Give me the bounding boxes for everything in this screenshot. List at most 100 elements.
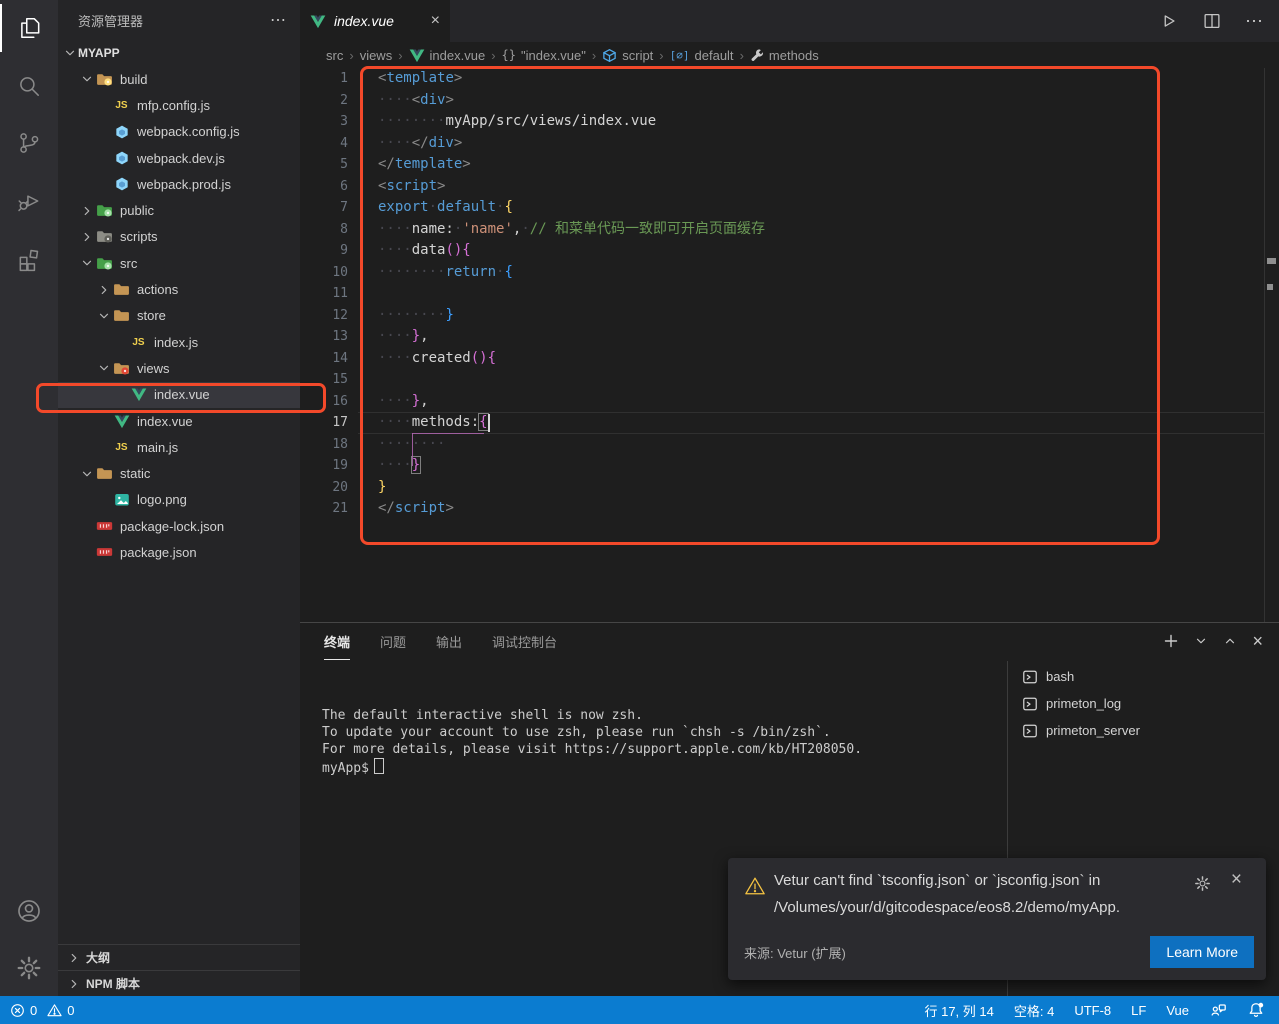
learn-more-button[interactable]: Learn More — [1150, 936, 1254, 968]
project-name: MYAPP — [78, 46, 120, 60]
code-line-11: 11 — [300, 283, 1265, 305]
breadcrumb-item[interactable]: src — [326, 48, 343, 63]
sidebar-section-大纲[interactable]: 大纲 — [58, 944, 300, 970]
terminal-output[interactable]: The default interactive shell is now zsh… — [322, 707, 862, 777]
tree-item-label: store — [137, 308, 166, 323]
breadcrumb-item[interactable]: {}"index.vue" — [502, 48, 586, 63]
tree-item-build[interactable]: build — [58, 66, 300, 92]
tree-item-package-lock.json[interactable]: package-lock.json — [58, 513, 300, 539]
breadcrumb-item[interactable]: [∅]default — [670, 48, 734, 63]
line-number: 10 — [300, 262, 348, 284]
terminal-icon — [1022, 723, 1038, 739]
sidebar-more-icon[interactable]: ⋯ — [270, 10, 286, 30]
activity-search-icon[interactable] — [0, 62, 58, 110]
activity-settings-icon[interactable] — [0, 944, 58, 992]
terminal-instance-bash[interactable]: bash — [1016, 663, 1275, 690]
activity-bar — [0, 0, 58, 996]
tree-item-webpack.config.js[interactable]: webpack.config.js — [58, 119, 300, 145]
code-line-21: 21</script> — [300, 498, 1265, 520]
indentation-setting[interactable]: 空格: 4 — [1014, 1001, 1054, 1020]
bell-icon[interactable] — [1247, 1001, 1265, 1019]
project-root-row[interactable]: MYAPP — [58, 40, 300, 66]
folder-icon — [95, 229, 114, 245]
line-number: 6 — [300, 176, 348, 198]
tree-item-static[interactable]: static — [58, 460, 300, 486]
tree-item-webpack.dev.js[interactable]: webpack.dev.js — [58, 145, 300, 171]
new-terminal-icon[interactable] — [1163, 633, 1179, 649]
split-editor-icon[interactable] — [1201, 10, 1223, 32]
tree-item-store[interactable]: store — [58, 303, 300, 329]
line-number: 19 — [300, 455, 348, 477]
line-number: 13 — [300, 326, 348, 348]
panel-tab-终端[interactable]: 终端 — [324, 623, 350, 660]
tree-item-package.json[interactable]: package.json — [58, 539, 300, 565]
terminal-instance-primeton_log[interactable]: primeton_log — [1016, 690, 1275, 717]
tree-item-src[interactable]: src — [58, 250, 300, 276]
feedback-icon[interactable] — [1209, 1001, 1227, 1019]
terminal-prompt[interactable]: myApp$ — [322, 758, 862, 777]
panel-tab-输出[interactable]: 输出 — [436, 623, 462, 660]
panel-tab-问题[interactable]: 问题 — [380, 623, 406, 660]
breadcrumb-separator: › — [592, 48, 596, 63]
line-number: 4 — [300, 133, 348, 155]
line-number: 9 — [300, 240, 348, 262]
notification-source: 来源: Vetur (扩展) — [744, 943, 846, 962]
tree-item-label: index.vue — [137, 414, 193, 429]
gear-icon[interactable] — [1193, 874, 1212, 893]
tree-item-actions[interactable]: actions — [58, 276, 300, 302]
breadcrumb-item[interactable]: methods — [750, 48, 819, 63]
breadcrumb-item[interactable]: index.vue — [409, 48, 486, 63]
tree-item-label: package.json — [120, 545, 197, 560]
maximize-panel-icon[interactable] — [1223, 634, 1237, 648]
activity-explorer-icon[interactable] — [0, 4, 58, 52]
terminal-label: bash — [1046, 669, 1074, 684]
problems-indicator[interactable]: 0 0 — [10, 1003, 74, 1018]
tree-item-index.vue[interactable]: index.vue — [58, 408, 300, 434]
terminal-instance-primeton_server[interactable]: primeton_server — [1016, 717, 1275, 744]
code-line-19: 19····} — [300, 455, 1265, 477]
editor-actions: ⋯ — [1157, 0, 1263, 42]
tree-item-scripts[interactable]: scripts — [58, 224, 300, 250]
close-tab-icon[interactable]: × — [431, 12, 440, 30]
code-line-3: 3········myApp/src/views/index.vue — [300, 111, 1265, 133]
breadcrumb-item[interactable]: views — [360, 48, 393, 63]
encoding-setting[interactable]: UTF-8 — [1074, 1003, 1111, 1018]
breadcrumb-separator: › — [740, 48, 744, 63]
language-mode[interactable]: Vue — [1166, 1003, 1189, 1018]
tree-item-index.js[interactable]: JSindex.js — [58, 329, 300, 355]
chevron-down-icon — [79, 72, 95, 86]
activity-source-control-icon[interactable] — [0, 119, 58, 167]
tree-item-main.js[interactable]: JSmain.js — [58, 434, 300, 460]
sidebar-section-NPM 脚本[interactable]: NPM 脚本 — [58, 970, 300, 996]
section-label: NPM 脚本 — [86, 975, 140, 992]
eol-setting[interactable]: LF — [1131, 1003, 1146, 1018]
tree-item-logo.png[interactable]: logo.png — [58, 487, 300, 513]
minimap[interactable] — [1264, 68, 1279, 622]
line-number: 20 — [300, 477, 348, 499]
breadcrumb-item[interactable]: script — [602, 48, 653, 63]
tree-item-views[interactable]: views — [58, 355, 300, 381]
code-line-10: 10········return·{ — [300, 262, 1265, 284]
tab-index-vue[interactable]: index.vue × — [300, 0, 450, 42]
cursor-position[interactable]: 行 17, 列 14 — [924, 1001, 993, 1020]
tree-item-index.vue[interactable]: index.vue — [58, 382, 300, 408]
breadcrumb-label: script — [622, 48, 653, 63]
breadcrumb-label: views — [360, 48, 393, 63]
more-icon[interactable]: ⋯ — [1245, 11, 1263, 32]
tree-item-public[interactable]: public — [58, 197, 300, 223]
code-area[interactable]: 1<template>2····<div>3········myApp/src/… — [300, 68, 1265, 622]
close-notification-icon[interactable]: × — [1231, 869, 1242, 891]
tree-item-mfp.config.js[interactable]: JSmfp.config.js — [58, 92, 300, 118]
breadcrumb-label: index.vue — [430, 48, 486, 63]
webpack-icon — [112, 150, 131, 166]
chevron-down-icon — [96, 361, 112, 375]
close-panel-icon[interactable]: × — [1252, 632, 1263, 650]
panel-tab-调试控制台[interactable]: 调试控制台 — [492, 623, 557, 660]
terminal-dropdown-icon[interactable] — [1194, 634, 1208, 648]
tree-item-webpack.prod.js[interactable]: webpack.prod.js — [58, 171, 300, 197]
line-number: 16 — [300, 391, 348, 413]
activity-run-debug-icon[interactable] — [0, 177, 58, 225]
activity-account-icon[interactable] — [0, 887, 58, 935]
run-icon[interactable] — [1157, 10, 1179, 32]
activity-extensions-icon[interactable] — [0, 235, 58, 283]
